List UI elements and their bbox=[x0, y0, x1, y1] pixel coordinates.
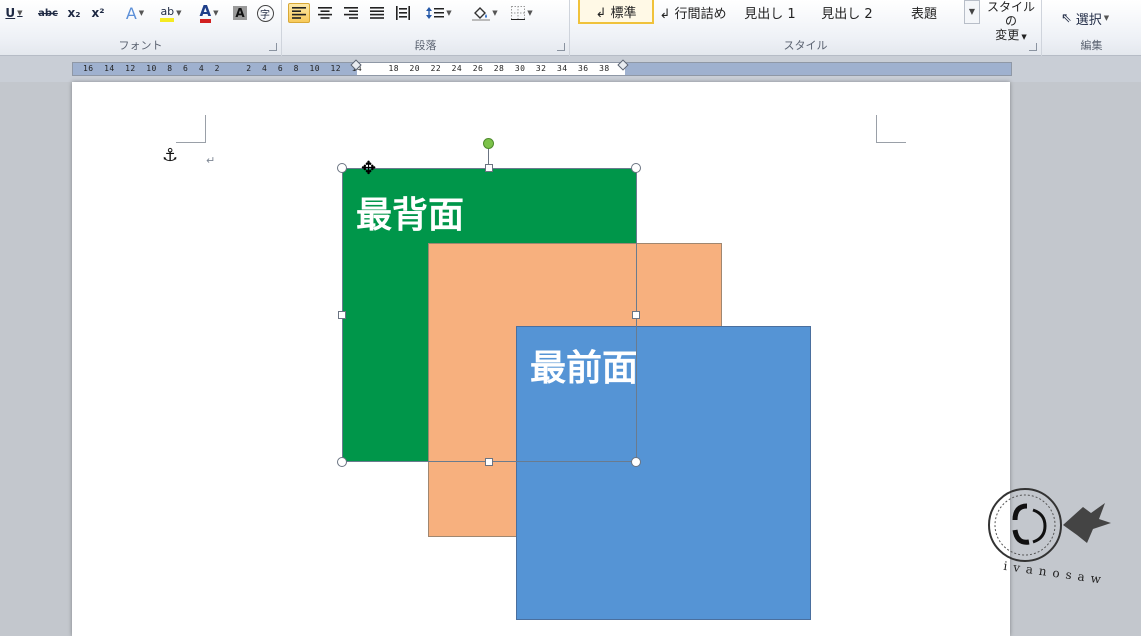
resize-handle-top[interactable] bbox=[485, 164, 493, 172]
resize-handle-bottom-left[interactable] bbox=[337, 457, 347, 467]
dialog-launcher-icon[interactable] bbox=[1029, 43, 1037, 51]
resize-handle-bottom-right[interactable] bbox=[631, 457, 641, 467]
crop-mark-top-right bbox=[876, 115, 906, 143]
distribute-icon bbox=[396, 6, 410, 20]
style-item-heading2[interactable]: 見出し 2 bbox=[810, 0, 884, 24]
underline-button[interactable]: U ▼ bbox=[2, 3, 26, 23]
border-button[interactable]: ▼ bbox=[506, 3, 538, 23]
superscript-button[interactable]: x² bbox=[88, 3, 108, 23]
chevron-down-icon: ▼ bbox=[492, 9, 498, 17]
styles-more-button[interactable]: ▼ bbox=[964, 0, 980, 24]
cursor-arrow-icon: ⇖ bbox=[1060, 10, 1072, 26]
strikethrough-button[interactable]: abc bbox=[36, 3, 60, 23]
chevron-down-icon: ▼ bbox=[213, 9, 219, 17]
ruler-bar: 16 14 12 10 8 6 4 2 2 4 6 8 10 12 14 18 … bbox=[0, 56, 1141, 82]
chevron-down-icon: ▼ bbox=[1103, 14, 1110, 22]
border-icon bbox=[511, 6, 526, 20]
editing-group: ⇖ 選択 ▼ 編集 bbox=[1042, 0, 1141, 56]
paragraph-group: ▼ ▼ ▼ 段落 bbox=[282, 0, 570, 56]
chevron-down-icon: ▼ bbox=[968, 7, 976, 16]
char-shading-button[interactable]: A bbox=[230, 3, 250, 23]
styles-group: ↲ 標準 ↲ 行間詰め 見出し 1 見出し 2 表題 ▼ スタイルの 変更 ▼ ス… bbox=[570, 0, 1042, 56]
paint-bucket-icon bbox=[472, 7, 491, 21]
resize-handle-right[interactable] bbox=[632, 311, 640, 319]
back-label: 最背面 bbox=[356, 195, 465, 236]
font-group: U ▼ abc x₂ x² A ▼ ab ▼ A ▼ A 字 フォント bbox=[0, 0, 282, 56]
justify-icon bbox=[370, 7, 384, 19]
shading-button[interactable]: ▼ bbox=[468, 3, 502, 23]
text-effect-button[interactable]: A ▼ bbox=[120, 3, 150, 23]
dialog-launcher-icon[interactable] bbox=[269, 43, 277, 51]
move-cursor-icon: ✥ bbox=[361, 158, 377, 179]
ribbon: U ▼ abc x₂ x² A ▼ ab ▼ A ▼ A 字 フォント ▼ ▼ … bbox=[0, 0, 1141, 56]
front-label: 最前面 bbox=[530, 348, 639, 389]
chevron-down-icon: ▼ bbox=[17, 9, 23, 17]
chevron-down-icon: ▼ bbox=[176, 9, 182, 17]
align-left-icon bbox=[292, 7, 306, 19]
style-item-heading1[interactable]: 見出し 1 bbox=[733, 0, 807, 24]
resize-handle-top-right[interactable] bbox=[631, 163, 641, 173]
style-item-no-spacing[interactable]: ↲ 行間詰め bbox=[656, 0, 730, 24]
style-item-standard[interactable]: ↲ 標準 bbox=[578, 0, 654, 24]
align-right-button[interactable] bbox=[340, 3, 362, 23]
paragraph-group-label: 段落 bbox=[414, 39, 437, 52]
change-styles-button[interactable]: スタイルの 変更 ▼ bbox=[982, 0, 1040, 42]
font-color-button[interactable]: A ▼ bbox=[192, 3, 226, 23]
chevron-down-icon: ▼ bbox=[446, 9, 452, 17]
ruler-numbers: 16 14 12 10 8 6 4 2 2 4 6 8 10 12 14 18 … bbox=[83, 64, 610, 73]
editing-group-label: 編集 bbox=[1080, 39, 1103, 52]
anchor-icon[interactable]: ⚓ bbox=[162, 145, 178, 166]
resize-handle-left[interactable] bbox=[338, 311, 346, 319]
justify-button[interactable] bbox=[366, 3, 388, 23]
shape-front-blue[interactable]: 最前面 bbox=[516, 326, 811, 620]
rotation-handle[interactable] bbox=[483, 138, 494, 149]
align-right-icon bbox=[344, 7, 358, 19]
align-left-button[interactable] bbox=[288, 3, 310, 23]
style-item-title[interactable]: 表題 bbox=[888, 0, 960, 24]
crop-mark-top-left bbox=[176, 115, 206, 143]
select-button[interactable]: ⇖ 選択 ▼ bbox=[1050, 8, 1120, 28]
line-spacing-icon bbox=[426, 7, 445, 19]
subscript-button[interactable]: x₂ bbox=[64, 3, 84, 23]
font-group-label: フォント bbox=[118, 39, 163, 52]
distribute-button[interactable] bbox=[392, 3, 414, 23]
resize-handle-top-left[interactable] bbox=[337, 163, 347, 173]
align-center-icon bbox=[318, 7, 332, 19]
align-center-button[interactable] bbox=[314, 3, 336, 23]
dialog-launcher-icon[interactable] bbox=[557, 43, 565, 51]
enclose-char-button[interactable]: 字 bbox=[254, 3, 276, 23]
chevron-down-icon: ▼ bbox=[527, 9, 533, 17]
document-page[interactable]: ⚓ ↵ 最背面 最前面 ✥ bbox=[72, 82, 1010, 636]
resize-handle-bottom[interactable] bbox=[485, 458, 493, 466]
line-spacing-button[interactable]: ▼ bbox=[424, 3, 454, 23]
highlight-button[interactable]: ab ▼ bbox=[154, 3, 188, 23]
styles-group-label: スタイル bbox=[783, 39, 828, 52]
chevron-down-icon: ▼ bbox=[138, 9, 145, 17]
horizontal-ruler[interactable]: 16 14 12 10 8 6 4 2 2 4 6 8 10 12 14 18 … bbox=[72, 59, 1012, 76]
paragraph-mark: ↵ bbox=[206, 154, 216, 167]
